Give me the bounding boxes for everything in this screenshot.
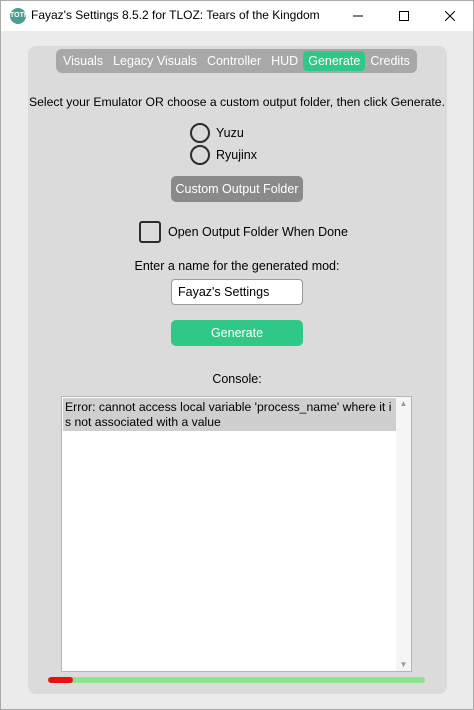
tab-visuals[interactable]: Visuals (58, 51, 108, 71)
radio-circle-icon[interactable] (190, 123, 210, 143)
progress-bar (48, 677, 425, 683)
console-scrollbar[interactable]: ▲ ▼ (396, 397, 411, 671)
mod-name-label: Enter a name for the generated mod: (134, 259, 340, 273)
radio-circle-icon[interactable] (190, 145, 210, 165)
checkbox-icon[interactable] (139, 221, 161, 243)
console-label: Console: (212, 372, 262, 386)
console-output[interactable]: Error: cannot access local variable 'pro… (61, 396, 412, 672)
scroll-down-icon[interactable]: ▼ (399, 660, 408, 669)
tab-bar: Visuals Legacy Visuals Controller HUD Ge… (56, 49, 417, 73)
open-folder-checkbox-label: Open Output Folder When Done (168, 225, 348, 239)
minimize-button[interactable] (335, 1, 381, 31)
tab-controller[interactable]: Controller (202, 51, 266, 71)
minimize-icon (353, 15, 363, 17)
window-title: Fayaz's Settings 8.5.2 for TLOZ: Tears o… (31, 8, 320, 22)
radio-yuzu[interactable]: Yuzu (190, 123, 244, 143)
app-window: TOTK Fayaz's Settings 8.5.2 for TLOZ: Te… (0, 0, 474, 710)
progress-fill (48, 677, 73, 683)
maximize-button[interactable] (381, 1, 427, 31)
mod-name-input[interactable] (171, 279, 303, 305)
scroll-up-icon[interactable]: ▲ (399, 399, 408, 408)
close-button[interactable] (427, 1, 473, 31)
console-error-line: Error: cannot access local variable 'pro… (63, 398, 396, 431)
custom-output-folder-button[interactable]: Custom Output Folder (171, 176, 303, 202)
radio-ryujinx[interactable]: Ryujinx (190, 145, 257, 165)
tab-legacy-visuals[interactable]: Legacy Visuals (108, 51, 202, 71)
app-logo-icon: TOTK (10, 8, 29, 24)
radio-label-ryujinx: Ryujinx (216, 148, 257, 162)
maximize-icon (399, 11, 409, 21)
tab-credits[interactable]: Credits (365, 51, 415, 71)
title-bar[interactable]: TOTK Fayaz's Settings 8.5.2 for TLOZ: Te… (1, 1, 473, 31)
close-icon (445, 11, 455, 21)
radio-label-yuzu: Yuzu (216, 126, 244, 140)
instruction-text: Select your Emulator OR choose a custom … (29, 95, 445, 109)
generate-button[interactable]: Generate (171, 320, 303, 346)
open-folder-checkbox-row[interactable]: Open Output Folder When Done (139, 221, 348, 243)
tab-generate[interactable]: Generate (303, 51, 366, 71)
tab-hud[interactable]: HUD (266, 51, 303, 71)
